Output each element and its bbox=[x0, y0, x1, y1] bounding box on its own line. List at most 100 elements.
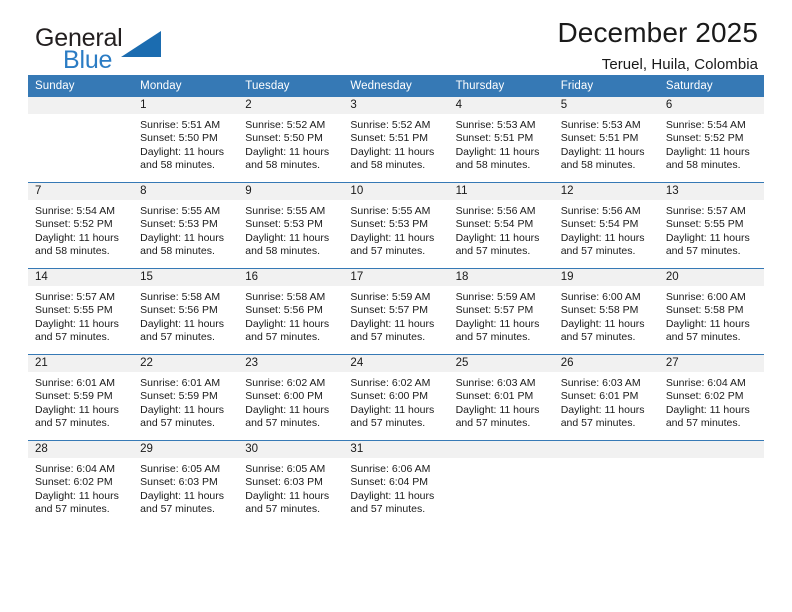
sunset-text: Sunset: 5:50 PM bbox=[140, 132, 218, 145]
weekday-header: Sunday Monday Tuesday Wednesday Thursday Frid… bbox=[28, 75, 764, 97]
sunrise-text: Sunrise: 6:00 AM bbox=[665, 291, 746, 303]
page-subtitle: Teruel, Huila, Colombia bbox=[601, 56, 758, 74]
sunset-text: Sunset: 6:00 PM bbox=[245, 390, 323, 403]
calendar-day-cell[interactable]: 6 Sunrise: 5:54 AM Sunset: 5:52 PM Daylight… bbox=[658, 97, 764, 183]
daylight-text-cont: and 58 minutes. bbox=[665, 159, 741, 172]
sunrise-text: Sunrise: 5:56 AM bbox=[455, 205, 536, 217]
calendar-day-cell[interactable]: 13 Sunrise: 5:57 AM Sunset: 5:55 PM Dayligh… bbox=[658, 182, 764, 269]
daylight-text: Daylight: 11 hours bbox=[35, 489, 119, 502]
calendar-day-cell[interactable]: 17 Sunrise: 5:59 AM Sunset: 5:57 PM Dayligh… bbox=[343, 268, 449, 355]
day-details bbox=[659, 458, 764, 526]
daylight-text: Daylight: 11 hours bbox=[35, 231, 119, 244]
sunset-text: Sunset: 5:53 PM bbox=[350, 218, 429, 231]
calendar-day-cell[interactable]: 30 Sunrise: 6:05 AM Sunset: 6:03 PM Dayligh… bbox=[238, 440, 344, 526]
daylight-text-cont: and 57 minutes. bbox=[455, 245, 531, 258]
day-details: Sunrise: 5:57 AM Sunset: 5:55 PM Daylight:… bbox=[28, 286, 133, 354]
day-details: Sunrise: 5:53 AM Sunset: 5:51 PM Daylight:… bbox=[554, 114, 659, 182]
day-number: 2 bbox=[238, 97, 344, 114]
calendar-day-cell[interactable]: 1 Sunrise: 5:51 AM Sunset: 5:50 PM Daylight… bbox=[133, 97, 239, 183]
calendar-day-cell[interactable]: 24 Sunrise: 6:02 AM Sunset: 6:00 PM Dayligh… bbox=[343, 354, 449, 441]
day-number: 4 bbox=[448, 97, 554, 114]
sunrise-text: Sunrise: 5:58 AM bbox=[245, 291, 326, 303]
calendar-day-cell[interactable]: 25 Sunrise: 6:03 AM Sunset: 6:01 PM Dayligh… bbox=[448, 354, 554, 441]
day-details bbox=[449, 458, 554, 526]
daylight-text-cont: and 57 minutes. bbox=[140, 417, 215, 430]
calendar-day-cell[interactable]: 26 Sunrise: 6:03 AM Sunset: 6:01 PM Dayligh… bbox=[553, 354, 659, 441]
daylight-text: Daylight: 11 hours bbox=[665, 317, 750, 330]
daylight-text-cont: and 57 minutes. bbox=[35, 417, 110, 430]
calendar-day-cell[interactable]: 22 Sunrise: 6:01 AM Sunset: 5:59 PM Dayligh… bbox=[133, 354, 239, 441]
sunrise-text: Sunrise: 5:54 AM bbox=[35, 205, 115, 217]
sunrise-text: Sunrise: 5:51 AM bbox=[140, 119, 221, 131]
sunrise-text: Sunrise: 5:54 AM bbox=[665, 119, 746, 131]
sunrise-text: Sunrise: 5:56 AM bbox=[560, 205, 641, 217]
daylight-text: Daylight: 11 hours bbox=[665, 231, 750, 244]
day-number: 24 bbox=[343, 355, 449, 372]
day-number: 31 bbox=[343, 441, 449, 458]
sunrise-text: Sunrise: 5:57 AM bbox=[35, 291, 115, 303]
calendar-day-cell[interactable]: 19 Sunrise: 6:00 AM Sunset: 5:58 PM Dayligh… bbox=[553, 268, 659, 355]
calendar-day-cell[interactable]: 11 Sunrise: 5:56 AM Sunset: 5:54 PM Dayligh… bbox=[448, 182, 554, 269]
calendar-day-cell[interactable]: 23 Sunrise: 6:02 AM Sunset: 6:00 PM Dayligh… bbox=[238, 354, 344, 441]
daylight-text: Daylight: 11 hours bbox=[35, 317, 119, 330]
calendar-week-row: 1 Sunrise: 5:51 AM Sunset: 5:50 PM Daylight… bbox=[28, 97, 764, 183]
day-number: 21 bbox=[28, 355, 134, 372]
day-details: Sunrise: 5:56 AM Sunset: 5:54 PM Daylight:… bbox=[554, 200, 659, 268]
sunset-text: Sunset: 5:54 PM bbox=[455, 218, 534, 231]
day-details: Sunrise: 6:00 AM Sunset: 5:58 PM Daylight:… bbox=[659, 286, 764, 354]
day-number: 20 bbox=[658, 269, 764, 286]
calendar-day-cell[interactable]: 29 Sunrise: 6:05 AM Sunset: 6:03 PM Dayligh… bbox=[133, 440, 239, 526]
calendar-day-cell[interactable]: 9 Sunrise: 5:55 AM Sunset: 5:53 PM Daylight… bbox=[238, 182, 344, 269]
calendar-day-cell[interactable]: 21 Sunrise: 6:01 AM Sunset: 5:59 PM Dayligh… bbox=[28, 354, 134, 441]
daylight-text: Daylight: 11 hours bbox=[140, 489, 224, 502]
sunset-text: Sunset: 6:01 PM bbox=[560, 390, 639, 403]
daylight-text-cont: and 57 minutes. bbox=[35, 331, 110, 344]
calendar-day-cell[interactable]: 2 Sunrise: 5:52 AM Sunset: 5:50 PM Daylight… bbox=[238, 97, 344, 183]
daylight-text: Daylight: 11 hours bbox=[140, 317, 224, 330]
brand-logo[interactable]: General Blue bbox=[28, 24, 258, 76]
calendar-day-cell[interactable]: 20 Sunrise: 6:00 AM Sunset: 5:58 PM Dayligh… bbox=[658, 268, 764, 355]
calendar-day-cell[interactable]: 16 Sunrise: 5:58 AM Sunset: 5:56 PM Dayligh… bbox=[238, 268, 344, 355]
daylight-text-cont: and 57 minutes. bbox=[560, 417, 636, 430]
calendar-cell-empty bbox=[658, 440, 764, 526]
daylight-text-cont: and 57 minutes. bbox=[560, 331, 636, 344]
calendar-day-cell[interactable]: 7 Sunrise: 5:54 AM Sunset: 5:52 PM Daylight… bbox=[28, 182, 134, 269]
daylight-text: Daylight: 11 hours bbox=[560, 403, 645, 416]
calendar-week-row: 21 Sunrise: 6:01 AM Sunset: 5:59 PM Dayligh… bbox=[28, 354, 764, 441]
calendar-day-cell[interactable]: 12 Sunrise: 5:56 AM Sunset: 5:54 PM Dayligh… bbox=[553, 182, 659, 269]
calendar-day-cell[interactable]: 28 Sunrise: 6:04 AM Sunset: 6:02 PM Dayligh… bbox=[28, 440, 134, 526]
calendar-day-cell[interactable]: 14 Sunrise: 5:57 AM Sunset: 5:55 PM Dayligh… bbox=[28, 268, 134, 355]
day-details bbox=[554, 458, 659, 526]
calendar-day-cell[interactable]: 3 Sunrise: 5:52 AM Sunset: 5:51 PM Daylight… bbox=[343, 97, 449, 183]
sunset-text: Sunset: 5:57 PM bbox=[455, 304, 534, 317]
calendar-day-cell[interactable]: 15 Sunrise: 5:58 AM Sunset: 5:56 PM Dayligh… bbox=[133, 268, 239, 355]
daylight-text-cont: and 57 minutes. bbox=[455, 331, 531, 344]
calendar-day-cell[interactable]: 10 Sunrise: 5:55 AM Sunset: 5:53 PM Dayligh… bbox=[343, 182, 449, 269]
daylight-text-cont: and 58 minutes. bbox=[245, 245, 320, 258]
day-details: Sunrise: 5:56 AM Sunset: 5:54 PM Daylight:… bbox=[449, 200, 554, 268]
sunset-text: Sunset: 5:55 PM bbox=[35, 304, 113, 317]
calendar-week-row: 28 Sunrise: 6:04 AM Sunset: 6:02 PM Dayligh… bbox=[28, 440, 764, 526]
calendar-day-cell[interactable]: 5 Sunrise: 5:53 AM Sunset: 5:51 PM Daylight… bbox=[553, 97, 659, 183]
day-details: Sunrise: 6:02 AM Sunset: 6:00 PM Daylight:… bbox=[238, 372, 343, 440]
daylight-text-cont: and 57 minutes. bbox=[350, 331, 426, 344]
calendar-day-cell[interactable]: 4 Sunrise: 5:53 AM Sunset: 5:51 PM Daylight… bbox=[448, 97, 554, 183]
daylight-text: Daylight: 11 hours bbox=[455, 317, 540, 330]
daylight-text-cont: and 57 minutes. bbox=[560, 245, 636, 258]
calendar-day-cell[interactable]: 8 Sunrise: 5:55 AM Sunset: 5:53 PM Daylight… bbox=[133, 182, 239, 269]
day-details: Sunrise: 6:01 AM Sunset: 5:59 PM Daylight:… bbox=[28, 372, 133, 440]
weekday-header-saturday: Saturday bbox=[658, 75, 764, 97]
sunrise-text: Sunrise: 5:55 AM bbox=[350, 205, 431, 217]
calendar-day-cell[interactable]: 31 Sunrise: 6:06 AM Sunset: 6:04 PM Dayligh… bbox=[343, 440, 449, 526]
daylight-text: Daylight: 11 hours bbox=[350, 145, 435, 158]
day-details: Sunrise: 6:04 AM Sunset: 6:02 PM Daylight:… bbox=[659, 372, 764, 440]
day-details: Sunrise: 6:03 AM Sunset: 6:01 PM Daylight:… bbox=[449, 372, 554, 440]
sunrise-text: Sunrise: 5:59 AM bbox=[455, 291, 536, 303]
calendar-day-cell[interactable]: 18 Sunrise: 5:59 AM Sunset: 5:57 PM Dayligh… bbox=[448, 268, 554, 355]
day-number: 26 bbox=[553, 355, 659, 372]
day-details: Sunrise: 5:53 AM Sunset: 5:51 PM Daylight:… bbox=[449, 114, 554, 182]
calendar-cell-empty bbox=[28, 97, 134, 183]
sunset-text: Sunset: 5:57 PM bbox=[350, 304, 429, 317]
calendar-day-cell[interactable]: 27 Sunrise: 6:04 AM Sunset: 6:02 PM Dayligh… bbox=[658, 354, 764, 441]
sunrise-text: Sunrise: 5:59 AM bbox=[350, 291, 431, 303]
